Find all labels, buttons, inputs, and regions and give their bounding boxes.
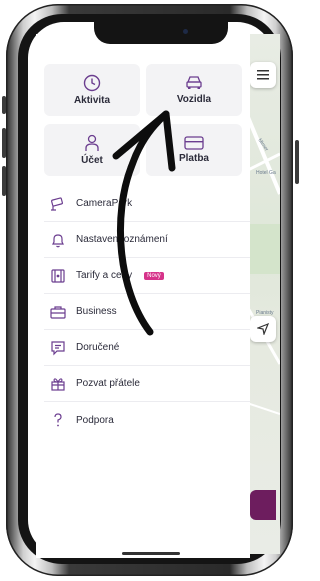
annotation-arrow [112,110,176,336]
